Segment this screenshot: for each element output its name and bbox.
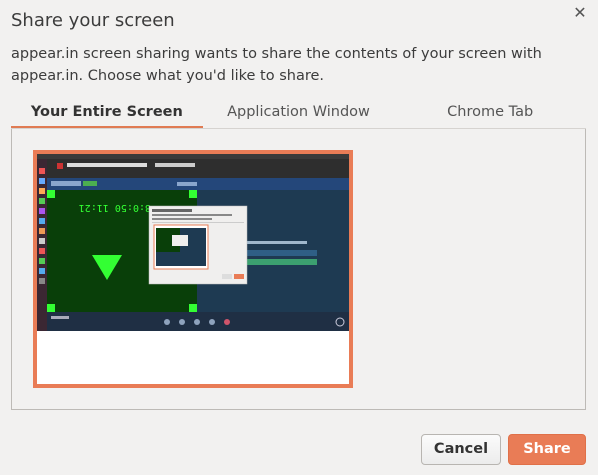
source-panel: 8:0:50 11:21: [11, 129, 586, 410]
cancel-button[interactable]: Cancel: [421, 434, 501, 465]
tab-bar: Your Entire Screen Application Window Ch…: [11, 98, 586, 129]
tab-entire-screen[interactable]: Your Entire Screen: [11, 98, 203, 128]
close-icon[interactable]: ✕: [570, 3, 590, 23]
dialog-title: Share your screen: [11, 10, 175, 31]
preview-timestamp: 8:0:50 11:21: [79, 202, 151, 213]
entire-screen-thumbnail[interactable]: 8:0:50 11:21: [33, 150, 353, 388]
share-button[interactable]: Share: [508, 434, 586, 465]
dialog-description: appear.in screen sharing wants to share …: [11, 46, 542, 84]
tab-chrome-tab[interactable]: Chrome Tab: [394, 98, 586, 128]
share-screen-dialog: Share your screen ✕ appear.in screen sha…: [0, 0, 598, 475]
screen-preview-image: 8:0:50 11:21: [37, 154, 349, 384]
tab-application-window[interactable]: Application Window: [203, 98, 395, 128]
